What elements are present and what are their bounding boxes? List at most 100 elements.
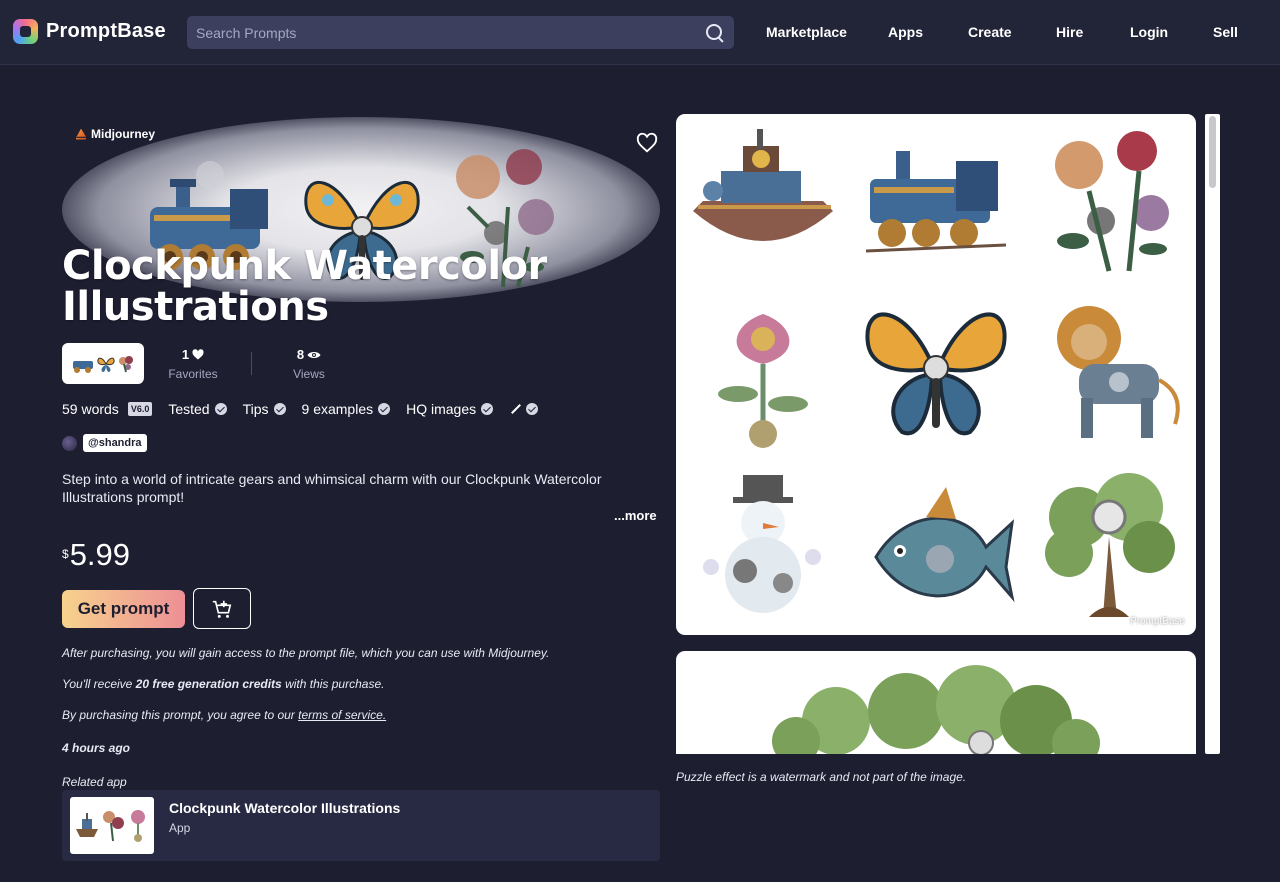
model-name: Midjourney [91, 127, 156, 141]
cart-plus-icon [212, 600, 232, 618]
locomotive-illustration [865, 150, 1006, 252]
gallery-image-lion[interactable] [1022, 287, 1195, 460]
app-thumb-roses-icon [103, 810, 124, 841]
hq-images-tag: HQ images [406, 401, 494, 417]
clock-tree-illustration [1044, 472, 1175, 617]
gallery-image-butterfly[interactable] [849, 287, 1022, 460]
credits-bold: 20 free generation credits [135, 677, 282, 691]
read-more-link[interactable]: ...more [614, 508, 657, 523]
gallery-image-tree[interactable]: PromptBase [1022, 460, 1195, 633]
eye-icon [307, 351, 321, 358]
gallery-image-locomotive[interactable] [849, 114, 1022, 287]
author-handle[interactable]: @shandra [83, 434, 147, 452]
airship-illustration [692, 128, 833, 241]
tree-preview-illustration [772, 665, 1100, 754]
examples-text: 9 examples [301, 401, 374, 417]
nav-sell[interactable]: Sell [1213, 24, 1238, 40]
app-thumb-ship-icon [76, 812, 98, 837]
mechanical-flower-illustration [717, 313, 808, 448]
prompt-description: Step into a world of intricate gears and… [62, 471, 602, 505]
heart-icon [192, 349, 204, 360]
examples-tag: 9 examples [302, 401, 391, 417]
search-icon[interactable] [705, 23, 725, 43]
author-row[interactable]: @shandra [62, 434, 147, 452]
related-app-card[interactable]: Clockpunk Watercolor Illustrations App [62, 790, 660, 861]
verified-check-icon [378, 403, 391, 415]
tips-tag: Tips [243, 401, 286, 417]
tested-text: Tested [168, 401, 210, 417]
terms-note: By purchasing this prompt, you agree to … [62, 708, 386, 722]
author-avatar[interactable] [62, 435, 77, 451]
gallery-image-flower[interactable] [676, 287, 849, 460]
prompt-thumbnail[interactable] [62, 343, 144, 384]
related-app-label: Related app [62, 775, 127, 789]
price-value: 5.99 [69, 537, 131, 572]
thumb-locomotive-icon [73, 360, 93, 373]
word-count: 59 words V6.0 [62, 401, 153, 417]
tips-text: Tips [242, 401, 269, 417]
hq-images-text: HQ images [406, 401, 477, 417]
nav-marketplace[interactable]: Marketplace [766, 24, 847, 40]
midjourney-icon [76, 128, 86, 140]
prompt-meta-row: 59 words V6.0 Tested Tips 9 examples HQ … [62, 401, 554, 417]
nav-hire[interactable]: Hire [1056, 24, 1083, 40]
favorites-label: Favorites [168, 367, 218, 381]
mechanical-lion-illustration [1056, 305, 1180, 438]
verified-check-icon [273, 403, 286, 415]
get-prompt-button[interactable]: Get prompt [62, 590, 185, 628]
favorites-stat: 1 Favorites [166, 347, 220, 381]
views-label: Views [293, 367, 325, 381]
roses-illustration [1054, 130, 1169, 272]
mechanical-fish-illustration [873, 486, 1015, 602]
thumb-butterfly-icon [97, 357, 115, 372]
gallery-image-fish[interactable] [849, 460, 1022, 633]
gallery-scrollbar[interactable] [1205, 114, 1220, 754]
views-count: 8 [296, 347, 305, 362]
promptbase-watermark: PromptBase [1129, 616, 1185, 627]
watermark-caption: Puzzle effect is a watermark and not par… [676, 770, 967, 784]
snowman-illustration [702, 474, 821, 613]
gallery-image-airship[interactable] [676, 114, 849, 287]
credits-post: with this purchase. [281, 677, 385, 691]
promptbase-logo-icon [13, 19, 38, 44]
nav-create[interactable]: Create [968, 24, 1012, 40]
tested-tag: Tested [168, 401, 227, 417]
related-app-thumbnail [70, 797, 154, 854]
posted-time: 4 hours ago [62, 741, 131, 755]
related-app-name[interactable]: Clockpunk Watercolor Illustrations [169, 800, 400, 816]
nav-login[interactable]: Login [1130, 24, 1168, 40]
terms-link[interactable]: terms of service. [298, 708, 386, 722]
price: $ 5.99 [62, 537, 130, 573]
purchase-note: After purchasing, you will gain access t… [62, 646, 550, 660]
example-image-grid[interactable]: PromptBase [676, 114, 1196, 635]
add-to-cart-button[interactable] [193, 588, 251, 629]
favorites-count: 1 [181, 347, 190, 362]
verified-check-icon [481, 403, 494, 415]
paintbrush-icon [509, 403, 521, 415]
nav-apps[interactable]: Apps [888, 24, 923, 40]
brand-logo[interactable]: PromptBase [13, 19, 166, 44]
scrollbar-thumb[interactable] [1209, 116, 1216, 188]
stat-divider [251, 352, 252, 375]
prompt-title: Clockpunk Watercolor Illustrations [62, 243, 547, 330]
version-badge: V6.0 [127, 402, 153, 416]
related-app-type: App [169, 821, 191, 835]
thumb-roses-icon [119, 355, 133, 372]
example-image-preview[interactable] [676, 651, 1196, 754]
views-stat: 8 Views [282, 347, 336, 381]
search-input[interactable] [196, 24, 705, 41]
search-bar[interactable] [187, 16, 734, 49]
terms-pre: By purchasing this prompt, you agree to … [62, 708, 299, 722]
favorite-heart-icon[interactable] [636, 132, 658, 154]
gallery-image-snowman[interactable] [676, 460, 849, 633]
model-badge[interactable]: Midjourney [76, 127, 155, 141]
app-thumb-flower-icon [131, 809, 145, 842]
top-nav: PromptBase Marketplace Apps Create Hire … [0, 0, 1280, 65]
butterfly-illustration [864, 312, 1007, 435]
gallery-image-roses[interactable] [1022, 114, 1195, 287]
word-count-text: 59 words [62, 401, 119, 417]
editable-tag [509, 403, 539, 415]
brand-name: PromptBase [46, 20, 166, 42]
verified-check-icon [526, 403, 539, 415]
verified-check-icon [214, 403, 227, 415]
